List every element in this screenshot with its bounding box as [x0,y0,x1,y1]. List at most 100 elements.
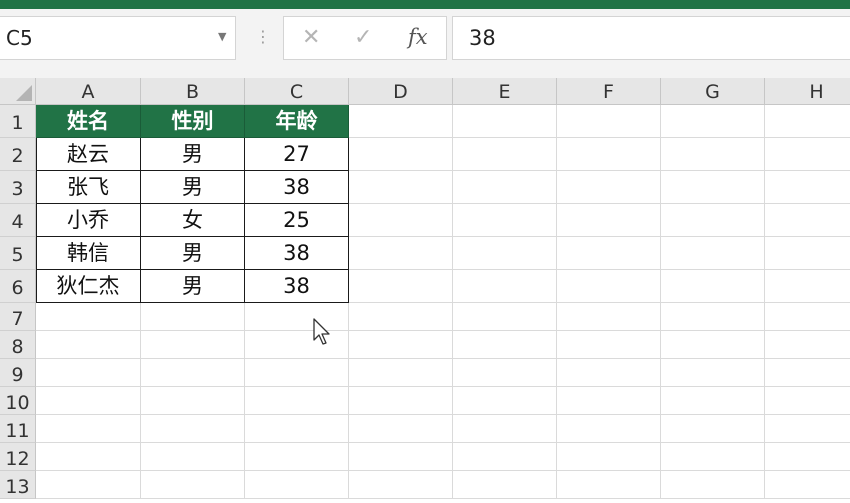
cell-f8[interactable] [557,331,661,359]
cell-b12[interactable] [141,443,245,471]
cell-f10[interactable] [557,387,661,415]
column-header-d[interactable]: D [349,78,453,105]
cell-e2[interactable] [453,138,557,171]
cell-f11[interactable] [557,415,661,443]
cell-f9[interactable] [557,359,661,387]
cell-h2[interactable] [765,138,850,171]
table-cell[interactable]: 赵云 [36,138,141,171]
table-cell[interactable]: 男 [141,270,245,303]
cell-d10[interactable] [349,387,453,415]
cell-e4[interactable] [453,204,557,237]
cell-f2[interactable] [557,138,661,171]
cell-c11[interactable] [245,415,349,443]
cell-g10[interactable] [661,387,765,415]
row-header-5[interactable]: 5 [0,237,36,270]
cell-f3[interactable] [557,171,661,204]
cell-d12[interactable] [349,443,453,471]
cell-g6[interactable] [661,270,765,303]
cell-d6[interactable] [349,270,453,303]
column-header-b[interactable]: B [141,78,245,105]
cell-g13[interactable] [661,471,765,499]
row-header-8[interactable]: 8 [0,331,36,359]
cell-g7[interactable] [661,303,765,331]
chevron-down-icon[interactable]: ▼ [218,30,226,43]
cell-h12[interactable] [765,443,850,471]
cell-g12[interactable] [661,443,765,471]
column-header-f[interactable]: F [557,78,661,105]
cell-a12[interactable] [36,443,141,471]
cell-c12[interactable] [245,443,349,471]
cell-e13[interactable] [453,471,557,499]
cell-a7[interactable] [36,303,141,331]
cell-a13[interactable] [36,471,141,499]
cell-e7[interactable] [453,303,557,331]
column-header-h[interactable]: H [765,78,850,105]
table-header-cell[interactable]: 性别 [141,105,245,138]
cell-f6[interactable] [557,270,661,303]
row-header-10[interactable]: 10 [0,387,36,415]
column-header-g[interactable]: G [661,78,765,105]
cell-g5[interactable] [661,237,765,270]
cell-d4[interactable] [349,204,453,237]
cell-g4[interactable] [661,204,765,237]
table-cell[interactable]: 女 [141,204,245,237]
cell-h1[interactable] [765,105,850,138]
cell-d3[interactable] [349,171,453,204]
cell-d8[interactable] [349,331,453,359]
cell-e3[interactable] [453,171,557,204]
cell-c9[interactable] [245,359,349,387]
cell-g1[interactable] [661,105,765,138]
name-box[interactable]: C5 ▼ [0,16,236,60]
cell-g2[interactable] [661,138,765,171]
table-cell[interactable]: 38 [245,171,349,204]
cell-h10[interactable] [765,387,850,415]
cell-b13[interactable] [141,471,245,499]
row-header-12[interactable]: 12 [0,443,36,471]
cell-h3[interactable] [765,171,850,204]
cell-e6[interactable] [453,270,557,303]
cancel-icon[interactable]: ✕ [302,25,320,50]
column-header-c[interactable]: C [245,78,349,105]
column-header-a[interactable]: A [36,78,141,105]
cell-d1[interactable] [349,105,453,138]
insert-function-icon[interactable]: fx [408,25,428,49]
row-header-4[interactable]: 4 [0,204,36,237]
table-cell[interactable]: 男 [141,138,245,171]
cell-h11[interactable] [765,415,850,443]
cell-c13[interactable] [245,471,349,499]
cell-e9[interactable] [453,359,557,387]
cell-b11[interactable] [141,415,245,443]
cell-h13[interactable] [765,471,850,499]
cell-f12[interactable] [557,443,661,471]
cell-h4[interactable] [765,204,850,237]
cell-a9[interactable] [36,359,141,387]
row-header-1[interactable]: 1 [0,105,36,138]
select-all-corner[interactable] [0,78,36,105]
cell-f13[interactable] [557,471,661,499]
cell-d11[interactable] [349,415,453,443]
cell-e10[interactable] [453,387,557,415]
cell-f7[interactable] [557,303,661,331]
cell-g8[interactable] [661,331,765,359]
cell-d5[interactable] [349,237,453,270]
cell-e1[interactable] [453,105,557,138]
cell-h9[interactable] [765,359,850,387]
table-cell[interactable]: 狄仁杰 [36,270,141,303]
cell-c10[interactable] [245,387,349,415]
table-cell[interactable]: 25 [245,204,349,237]
table-cell[interactable]: 38 [245,270,349,303]
row-header-9[interactable]: 9 [0,359,36,387]
column-header-e[interactable]: E [453,78,557,105]
cell-f4[interactable] [557,204,661,237]
cell-d2[interactable] [349,138,453,171]
row-header-3[interactable]: 3 [0,171,36,204]
table-cell[interactable]: 韩信 [36,237,141,270]
row-header-2[interactable]: 2 [0,138,36,171]
cell-g3[interactable] [661,171,765,204]
cell-a8[interactable] [36,331,141,359]
table-cell[interactable]: 38 [245,237,349,270]
cell-e12[interactable] [453,443,557,471]
cell-d13[interactable] [349,471,453,499]
cell-b7[interactable] [141,303,245,331]
cell-d7[interactable] [349,303,453,331]
